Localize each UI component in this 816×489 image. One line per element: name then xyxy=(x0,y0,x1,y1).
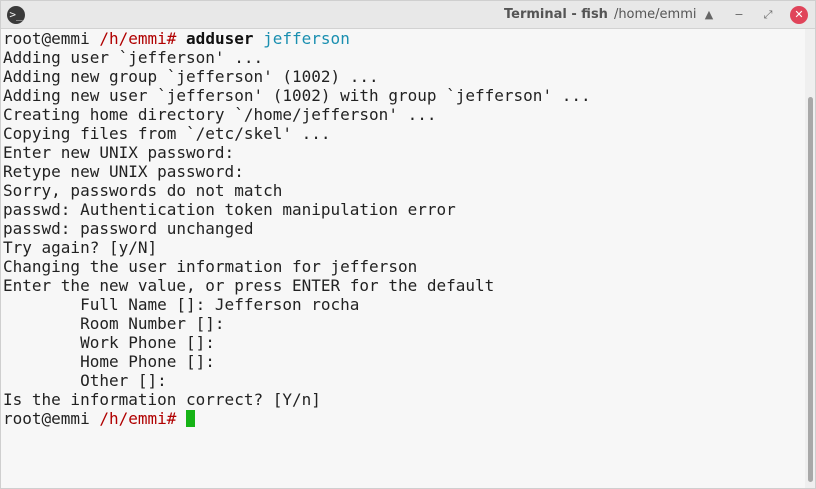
terminal-window: >_ Terminal - fish/home/emmi ▲ − ⤢ ✕ roo… xyxy=(0,0,816,489)
output-line: Adding new group `jefferson' (1002) ... xyxy=(3,67,379,86)
prompt-line-command: root@emmi /h/emmi# adduser jefferson xyxy=(3,29,350,48)
scrollbar-thumb[interactable] xyxy=(808,97,813,482)
command-text: adduser xyxy=(186,29,254,48)
maximize-button-icon[interactable]: ⤢ xyxy=(759,6,777,24)
output-line: passwd: Authentication token manipulatio… xyxy=(3,200,456,219)
output-line: Creating home directory `/home/jefferson… xyxy=(3,105,437,124)
prompt-path: /h/emmi# xyxy=(99,29,177,48)
prompt-user: root@emmi xyxy=(3,409,90,428)
command-argument: jefferson xyxy=(263,29,350,48)
close-button-icon[interactable]: ✕ xyxy=(790,6,808,24)
output-line: Other []: xyxy=(3,371,167,390)
output-line: Is the information correct? [Y/n] xyxy=(3,390,321,409)
prompt-line-current: root@emmi /h/emmi# xyxy=(3,409,196,428)
output-line: Changing the user information for jeffer… xyxy=(3,257,418,276)
minimize-button-icon[interactable]: − xyxy=(730,6,748,24)
title-bar[interactable]: >_ Terminal - fish/home/emmi ▲ − ⤢ ✕ xyxy=(1,1,815,29)
output-line: Full Name []: Jefferson rocha xyxy=(3,295,360,314)
terminal-output-area[interactable]: root@emmi /h/emmi# adduser jefferson Add… xyxy=(1,29,805,488)
output-line: Retype new UNIX password: xyxy=(3,162,244,181)
prompt-path: /h/emmi# xyxy=(99,409,177,428)
terminal-app-icon[interactable]: >_ xyxy=(7,6,25,24)
text-cursor xyxy=(186,410,196,427)
output-line: Enter the new value, or press ENTER for … xyxy=(3,276,495,295)
prompt-user: root@emmi xyxy=(3,29,90,48)
vertical-scrollbar[interactable] xyxy=(805,29,815,488)
output-line: Copying files from `/etc/skel' ... xyxy=(3,124,331,143)
shade-button-icon[interactable]: ▲ xyxy=(700,6,718,24)
output-line: Room Number []: xyxy=(3,314,225,333)
output-line: Adding new user `jefferson' (1002) with … xyxy=(3,86,591,105)
output-line: Enter new UNIX password: xyxy=(3,143,235,162)
output-line: passwd: password unchanged xyxy=(3,219,254,238)
window-title-text: Terminal - fish xyxy=(504,7,608,22)
output-line: Home Phone []: xyxy=(3,352,215,371)
output-line: Adding user `jefferson' ... xyxy=(3,48,264,67)
output-line: Sorry, passwords do not match xyxy=(3,181,283,200)
output-line: Try again? [y/N] xyxy=(3,238,158,257)
window-title-path: /home/emmi xyxy=(613,7,697,22)
output-line: Work Phone []: xyxy=(3,333,215,352)
window-title: Terminal - fish/home/emmi xyxy=(504,7,697,22)
